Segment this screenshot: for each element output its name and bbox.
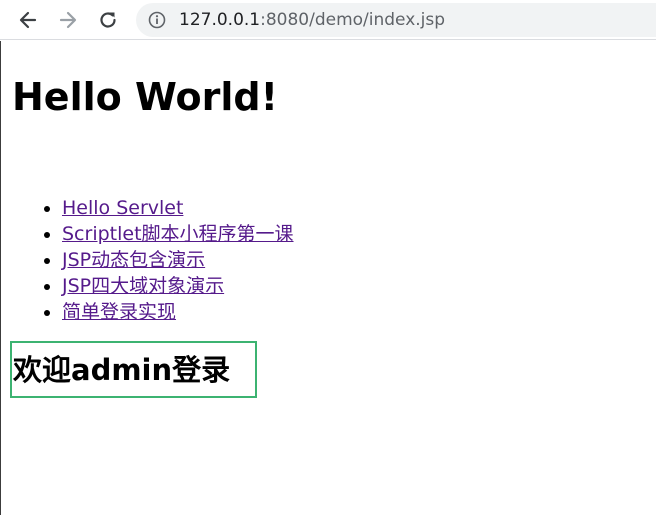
link-hello-servlet[interactable]: Hello Servlet [62, 197, 183, 219]
link-simple-login[interactable]: 简单登录实现 [62, 301, 176, 323]
list-item: 简单登录实现 [62, 299, 294, 325]
page-title: Hello World! [12, 75, 278, 119]
url-host: 127.0.0.1 [179, 10, 261, 30]
list-item: JSP动态包含演示 [62, 247, 294, 273]
page-content: Hello World! Hello Servlet Scriptlet脚本小程… [0, 41, 656, 515]
back-button[interactable] [14, 6, 42, 34]
reload-button[interactable] [94, 6, 122, 34]
arrow-left-icon [19, 11, 37, 29]
list-item: JSP四大域对象演示 [62, 273, 294, 299]
arrow-right-icon [59, 11, 77, 29]
list-item: Scriptlet脚本小程序第一课 [62, 221, 294, 247]
browser-toolbar: 127.0.0.1:8080/demo/index.jsp [0, 0, 656, 40]
forward-button[interactable] [54, 6, 82, 34]
welcome-box: 欢迎admin登录 [10, 341, 257, 398]
link-list: Hello Servlet Scriptlet脚本小程序第一课 JSP动态包含演… [1, 195, 294, 325]
address-bar[interactable]: 127.0.0.1:8080/demo/index.jsp [136, 3, 656, 37]
info-icon[interactable] [148, 11, 166, 29]
link-jsp-scope-demo[interactable]: JSP四大域对象演示 [62, 275, 224, 297]
reload-icon [100, 12, 116, 28]
welcome-message: 欢迎admin登录 [13, 353, 231, 387]
link-jsp-include-demo[interactable]: JSP动态包含演示 [62, 249, 205, 271]
list-item: Hello Servlet [62, 195, 294, 221]
url-text[interactable]: 127.0.0.1:8080/demo/index.jsp [179, 10, 445, 30]
link-scriptlet-lesson[interactable]: Scriptlet脚本小程序第一课 [62, 223, 294, 245]
url-path: :8080/demo/index.jsp [260, 10, 446, 30]
